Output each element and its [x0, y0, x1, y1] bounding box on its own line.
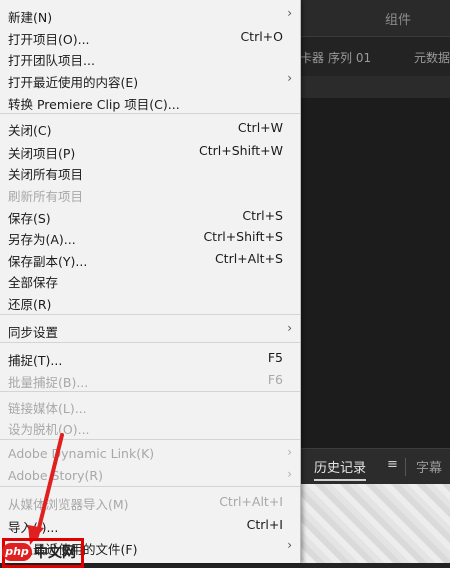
annotation-arrow: [28, 433, 64, 545]
watermark-text: 中文网: [34, 545, 76, 561]
watermark: php 中文网: [2, 542, 80, 563]
watermark-logo: php: [2, 543, 32, 561]
